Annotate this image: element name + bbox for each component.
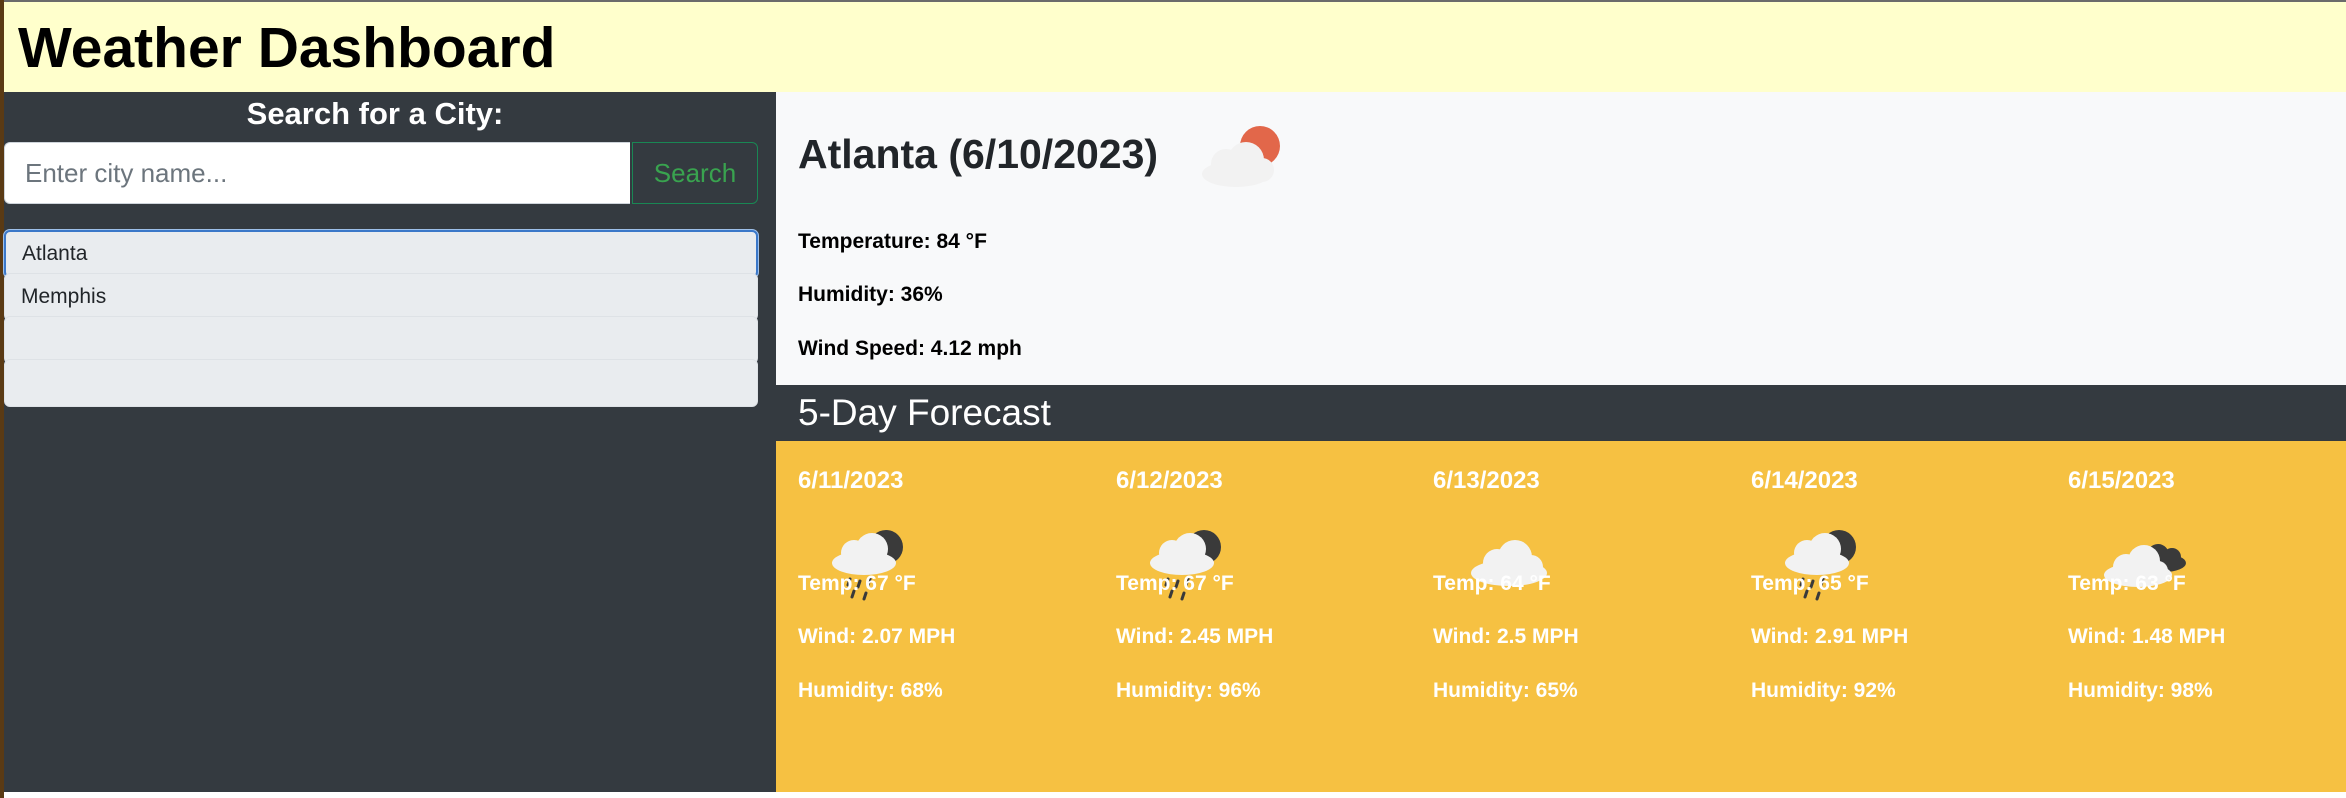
search-button[interactable]: Search	[632, 142, 758, 204]
forecast-heading-bar: 5-Day Forecast	[776, 385, 2346, 441]
page-header: Weather Dashboard	[4, 2, 2346, 92]
history-item-empty-2[interactable]	[4, 359, 758, 407]
forecast-row: 6/11/2023 Temp: 67 °F Wind: 2.07 MPH Hum…	[776, 441, 2346, 792]
forecast-temp: Temp: 63 °F	[2068, 572, 2186, 595]
forecast-day-card: 6/15/2023 Temp: 63 °F Wind: 1.48 MPH Hum…	[2046, 441, 2346, 792]
forecast-temp: Temp: 67 °F	[1116, 572, 1234, 595]
forecast-humidity: Humidity: 65%	[1433, 679, 1578, 702]
weather-main: Atlanta (6/10/2023) Temperature: 84 °F H…	[776, 92, 2346, 792]
forecast-day-card: 6/12/2023 Temp: 67 °F Wind: 2.45 MPH Hum…	[1094, 441, 1394, 792]
forecast-date: 6/11/2023	[798, 467, 904, 494]
forecast-heading: 5-Day Forecast	[798, 392, 1051, 433]
forecast-humidity: Humidity: 96%	[1116, 679, 1261, 702]
current-weather-card: Atlanta (6/10/2023) Temperature: 84 °F H…	[776, 92, 2346, 385]
forecast-date: 6/14/2023	[1751, 467, 1858, 494]
city-search-input[interactable]	[4, 142, 630, 204]
forecast-wind: Wind: 2.91 MPH	[1751, 625, 1909, 648]
history-item-memphis[interactable]: Memphis	[4, 273, 758, 321]
forecast-day-card: 6/13/2023 Temp: 64 °F Wind: 2.5 MPH Humi…	[1411, 441, 1711, 792]
forecast-day-card: 6/11/2023 Temp: 67 °F Wind: 2.07 MPH Hum…	[776, 441, 1076, 792]
current-temperature: Temperature: 84 °F	[798, 230, 987, 253]
forecast-humidity: Humidity: 92%	[1751, 679, 1896, 702]
current-city-title: Atlanta (6/10/2023)	[798, 131, 1159, 177]
forecast-wind: Wind: 2.45 MPH	[1116, 625, 1274, 648]
partly-cloudy-day-icon	[1202, 126, 1280, 187]
forecast-wind: Wind: 1.48 MPH	[2068, 625, 2226, 648]
forecast-humidity: Humidity: 98%	[2068, 679, 2213, 702]
forecast-wind: Wind: 2.5 MPH	[1433, 625, 1579, 648]
forecast-temp: Temp: 67 °F	[798, 572, 916, 595]
forecast-date: 6/15/2023	[2068, 467, 2175, 494]
forecast-humidity: Humidity: 68%	[798, 679, 943, 702]
page-title: Weather Dashboard	[18, 16, 556, 80]
forecast-temp: Temp: 64 °F	[1433, 572, 1551, 595]
forecast-date: 6/13/2023	[1433, 467, 1540, 494]
current-wind-speed: Wind Speed: 4.12 mph	[798, 337, 1022, 360]
forecast-temp: Temp: 65 °F	[1751, 572, 1869, 595]
history-item-empty-1[interactable]	[4, 316, 758, 364]
forecast-day-card: 6/14/2023 Temp: 65 °F Wind: 2.91 MPH Hum…	[1729, 441, 2029, 792]
forecast-date: 6/12/2023	[1116, 467, 1223, 494]
search-heading: Search for a City:	[246, 96, 504, 131]
history-item-atlanta[interactable]: Atlanta	[4, 230, 758, 278]
search-sidebar: Search for a City: Search Atlanta Memphi…	[4, 92, 776, 792]
forecast-wind: Wind: 2.07 MPH	[798, 625, 956, 648]
current-humidity: Humidity: 36%	[798, 283, 943, 306]
